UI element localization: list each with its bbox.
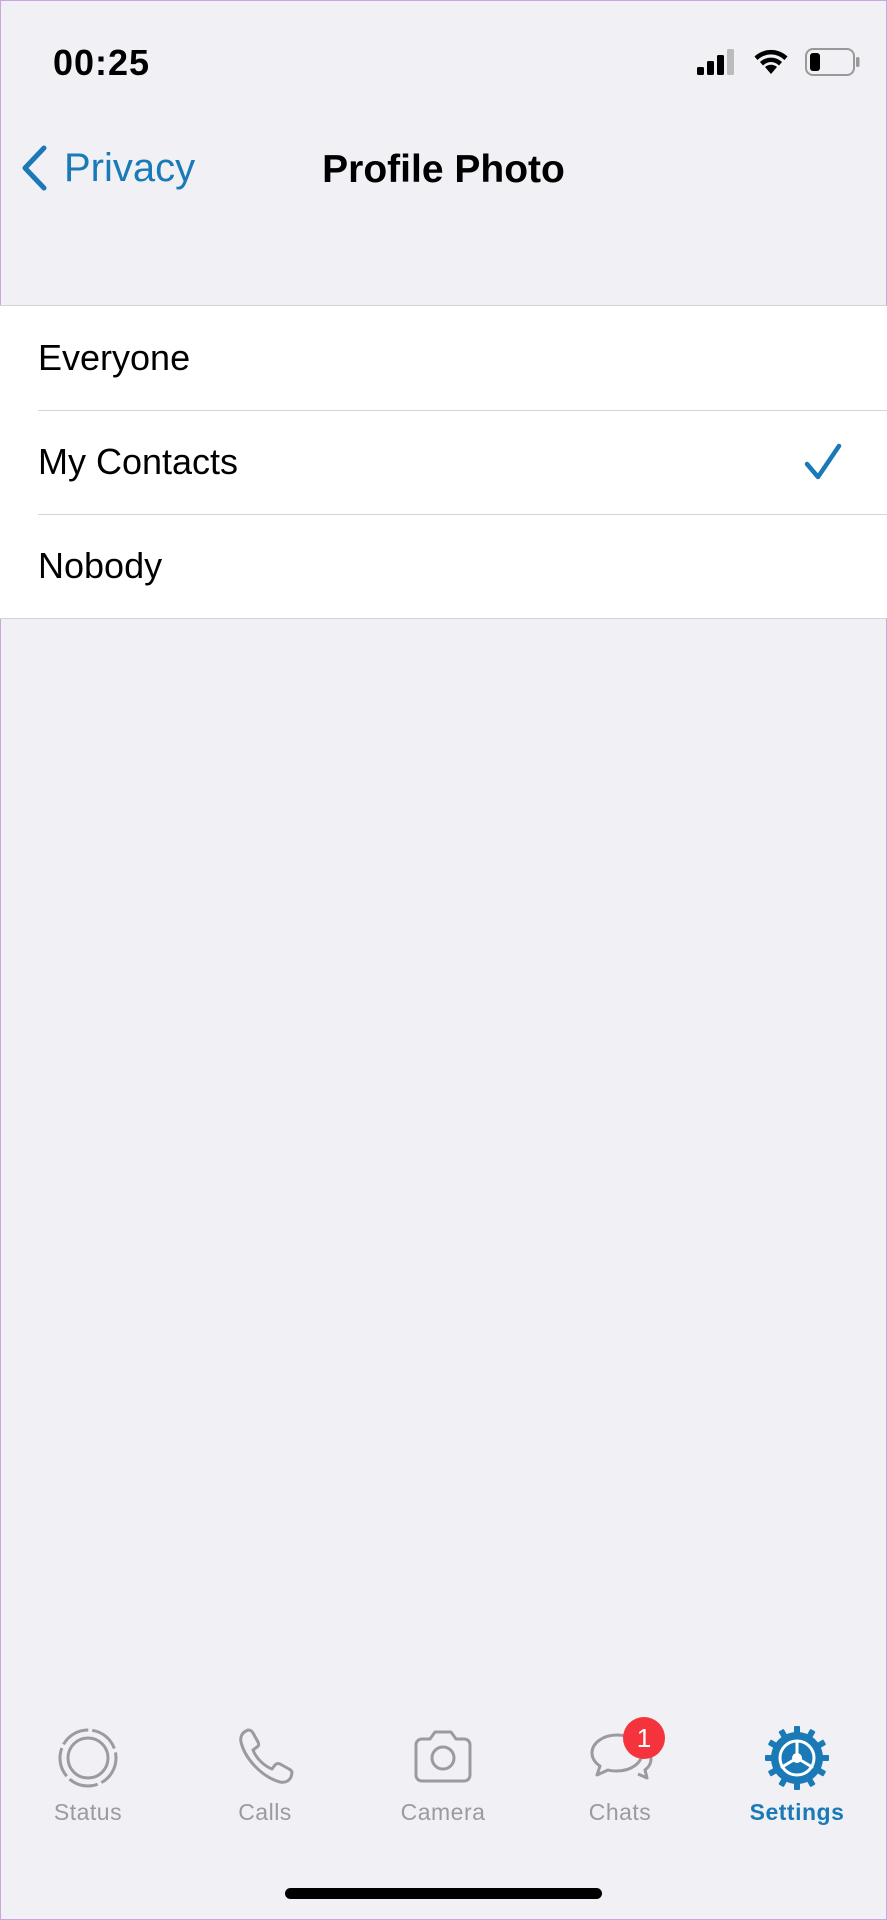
phone-icon	[232, 1725, 298, 1791]
home-indicator[interactable]	[285, 1888, 602, 1899]
wifi-icon	[754, 49, 788, 74]
screen-border	[0, 0, 887, 1920]
tab-camera[interactable]: Camera	[373, 1725, 513, 1826]
battery-icon	[805, 48, 860, 76]
camera-icon	[410, 1725, 476, 1791]
cellular-signal-icon	[697, 49, 734, 75]
option-nobody[interactable]: Nobody	[0, 514, 887, 618]
status-bar: 00:25	[0, 0, 887, 130]
checkmark-icon	[804, 443, 842, 480]
tab-bar: Status Calls Camera 1 Chats Settings	[0, 1717, 887, 1845]
status-icons	[697, 48, 861, 76]
option-label: Everyone	[38, 337, 191, 378]
option-label: My Contacts	[38, 441, 239, 482]
tab-label: Status	[53, 1799, 123, 1825]
gear-icon	[764, 1725, 830, 1791]
page-title: Profile Photo	[322, 148, 565, 191]
chats-icon: 1	[587, 1717, 665, 1791]
status-time: 00:25	[53, 42, 151, 83]
navigation-bar: Privacy Profile Photo	[0, 130, 887, 210]
tab-settings[interactable]: Settings	[727, 1725, 867, 1826]
option-everyone[interactable]: Everyone	[0, 306, 887, 410]
tab-label: Calls	[238, 1799, 292, 1825]
tab-label: Chats	[588, 1799, 652, 1825]
tab-label: Settings	[749, 1799, 845, 1825]
status-icon	[55, 1725, 121, 1791]
profile-photo-options-list: Everyone My Contacts Nobody	[0, 305, 887, 619]
option-my-contacts[interactable]: My Contacts	[0, 410, 887, 514]
unread-badge: 1	[623, 1717, 665, 1759]
tab-status[interactable]: Status	[18, 1725, 158, 1826]
tab-calls[interactable]: Calls	[195, 1725, 335, 1826]
tab-label: Camera	[400, 1799, 486, 1825]
option-label: Nobody	[38, 545, 163, 586]
tab-chats[interactable]: 1 Chats	[550, 1717, 690, 1826]
